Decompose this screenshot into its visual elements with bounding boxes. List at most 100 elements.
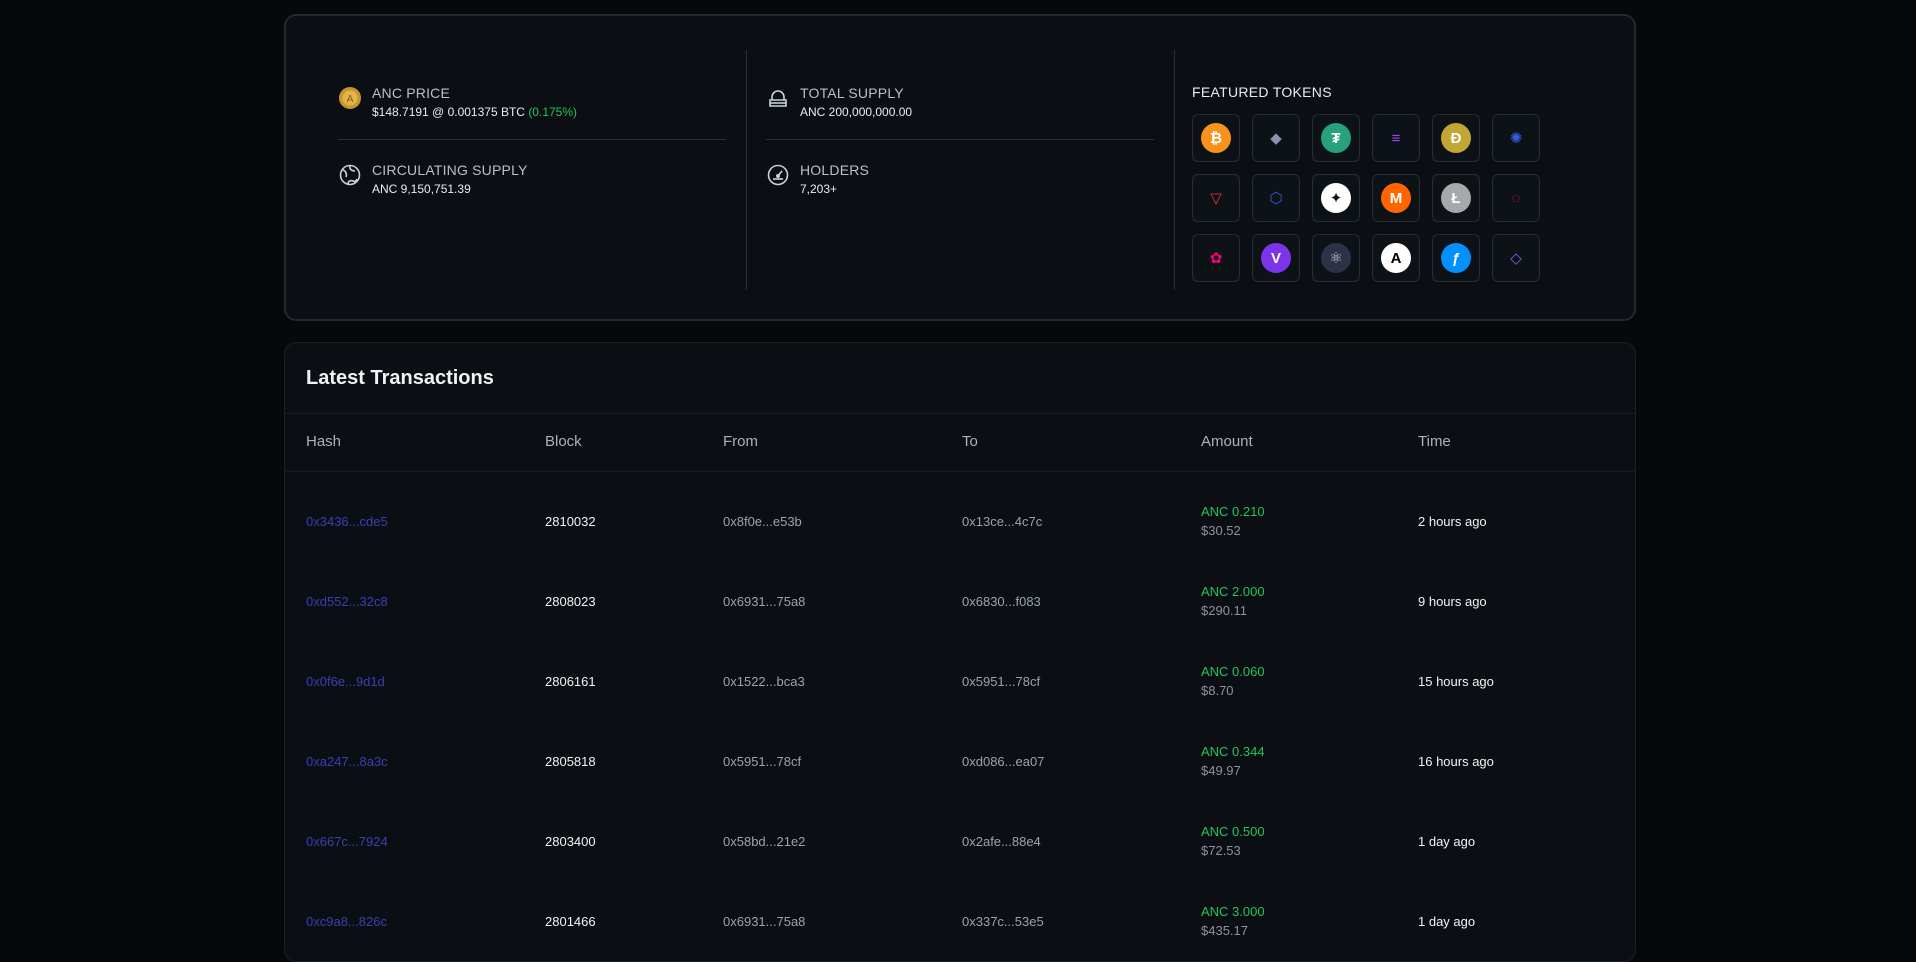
tx-time: 16 hours ago: [1418, 754, 1494, 769]
tx-amount: ANC 0.500 $72.53: [1201, 824, 1265, 858]
anc-price-value: $148.7191 @ 0.001375 BTC: [372, 105, 525, 119]
tx-amount-anc: ANC 0.500: [1201, 824, 1265, 839]
holders-stat: HOLDERS 7,203+: [766, 161, 1154, 198]
holders-value: 7,203+: [800, 182, 838, 196]
cardano-icon: ✺: [1509, 130, 1523, 147]
bitcoin-icon: ₿: [1201, 123, 1231, 153]
tx-time: 15 hours ago: [1418, 674, 1494, 689]
tx-time: 9 hours ago: [1418, 594, 1487, 609]
table-row: 0xd552...32c8 2808023 0x6931...75a8 0x6830.…: [285, 573, 1635, 653]
tron-icon: ▽: [1210, 190, 1222, 207]
ethereum-icon: ◆: [1270, 130, 1282, 147]
table-row: 0x3436...cde5 2810032 0x8f0e...e53b 0x13ce.…: [285, 493, 1635, 573]
featured-token[interactable]: ◇: [1492, 234, 1540, 282]
featured-tokens-title: FEATURED TOKENS: [1192, 84, 1332, 100]
polkadot-icon: ◌: [1511, 189, 1521, 207]
featured-token[interactable]: ◌: [1492, 174, 1540, 222]
featured-token[interactable]: ✺: [1492, 114, 1540, 162]
tx-to-address: 0x6830...f083: [962, 594, 1041, 609]
total-supply-value: ANC 200,000,000.00: [800, 105, 913, 119]
hedera-icon: ◇: [1510, 250, 1522, 267]
divider: [285, 413, 1635, 414]
tx-amount-anc: ANC 0.060: [1201, 664, 1265, 679]
divider: [338, 139, 726, 140]
table-row: 0x0f6e...9d1d 2806161 0x1522...bca3 0x5951.…: [285, 653, 1635, 733]
anc-coin-icon: A: [339, 87, 361, 109]
globe-icon: [339, 164, 361, 186]
tx-hash-link[interactable]: 0x0f6e...9d1d: [306, 674, 385, 689]
featured-token[interactable]: ₮: [1312, 114, 1360, 162]
database-icon: [769, 90, 787, 107]
tx-amount: ANC 3.000 $435.17: [1201, 904, 1265, 938]
dogecoin-icon: Ð: [1441, 123, 1471, 153]
tx-hash-link[interactable]: 0xd552...32c8: [306, 594, 388, 609]
divider: [766, 139, 1154, 140]
featured-token[interactable]: ✿: [1192, 234, 1240, 282]
tx-from-address: 0x5951...78cf: [723, 754, 802, 769]
tx-to-address: 0x13ce...4c7c: [962, 514, 1043, 529]
holders-label: HOLDERS: [800, 162, 870, 178]
tx-to-address: 0x5951...78cf: [962, 674, 1041, 689]
tx-amount-usd: $290.11: [1201, 603, 1248, 618]
column-header-hash: Hash: [306, 433, 342, 450]
tx-from-address: 0x1522...bca3: [723, 674, 805, 689]
divider: [285, 471, 1635, 472]
column-header-block: Block: [545, 433, 582, 450]
featured-token[interactable]: ≡: [1372, 114, 1420, 162]
circulating-supply-label: CIRCULATING SUPPLY: [372, 162, 528, 178]
algorand-icon: A: [1381, 243, 1411, 273]
featured-token[interactable]: ⚛: [1312, 234, 1360, 282]
tx-hash-link[interactable]: 0xc9a8...826c: [306, 914, 387, 929]
featured-token[interactable]: ⬡: [1252, 174, 1300, 222]
tx-amount-anc: ANC 0.210: [1201, 504, 1265, 519]
featured-token[interactable]: V: [1252, 234, 1300, 282]
total-supply-stat: TOTAL SUPPLY ANC 200,000,000.00: [766, 84, 1154, 121]
featured-token[interactable]: Ł: [1432, 174, 1480, 222]
tx-amount-usd: $8.70: [1201, 683, 1234, 698]
solana-icon: ≡: [1391, 129, 1401, 147]
featured-token[interactable]: ƒ: [1432, 234, 1480, 282]
tx-from-address: 0x6931...75a8: [723, 594, 806, 609]
tx-block: 2805818: [545, 754, 596, 769]
total-supply-label: TOTAL SUPPLY: [800, 85, 904, 101]
gauge-icon: [767, 164, 789, 186]
tx-to-address: 0xd086...ea07: [962, 754, 1045, 769]
featured-token[interactable]: ◆: [1252, 114, 1300, 162]
column-header-time: Time: [1418, 433, 1451, 450]
tx-hash-link[interactable]: 0x3436...cde5: [306, 514, 388, 529]
tx-block: 2808023: [545, 594, 596, 609]
tx-block: 2806161: [545, 674, 596, 689]
tx-amount-anc: ANC 3.000: [1201, 904, 1265, 919]
anc-price-stat: A ANC PRICE $148.7191 @ 0.001375 BTC (0.…: [338, 84, 726, 121]
tx-amount: ANC 0.344 $49.97: [1201, 744, 1265, 778]
tx-from-address: 0x58bd...21e2: [723, 834, 806, 849]
stats-card: A ANC PRICE $148.7191 @ 0.001375 BTC (0.…: [284, 14, 1636, 321]
tx-amount-anc: ANC 2.000: [1201, 584, 1265, 599]
column-divider: [746, 50, 747, 290]
stats-column-price: A ANC PRICE $148.7191 @ 0.001375 BTC (0.…: [338, 50, 726, 290]
featured-token[interactable]: ✦: [1312, 174, 1360, 222]
tx-to-address: 0x2afe...88e4: [962, 834, 1041, 849]
tx-time: 1 day ago: [1418, 914, 1476, 929]
featured-token[interactable]: Ð: [1432, 114, 1480, 162]
tx-amount-usd: $49.97: [1201, 763, 1241, 778]
tx-time: 2 hours ago: [1418, 514, 1487, 529]
tx-amount-usd: $72.53: [1201, 843, 1241, 858]
anc-price-label: ANC PRICE: [372, 85, 451, 101]
latest-transactions-title: Latest Transactions: [306, 367, 494, 389]
tx-hash-link[interactable]: 0xa247...8a3c: [306, 754, 388, 769]
vechain-icon: V: [1261, 243, 1291, 273]
featured-token[interactable]: A: [1372, 234, 1420, 282]
tx-time: 1 day ago: [1418, 834, 1476, 849]
featured-token[interactable]: ▽: [1192, 174, 1240, 222]
tx-amount: ANC 0.210 $30.52: [1201, 504, 1265, 538]
column-header-to: To: [962, 433, 978, 450]
monero-icon: M: [1381, 183, 1411, 213]
featured-token[interactable]: M: [1372, 174, 1420, 222]
table-row: 0x667c...7924 2803400 0x58bd...21e2 0x2afe.…: [285, 813, 1635, 893]
tx-from-address: 0x8f0e...e53b: [723, 514, 802, 529]
tx-amount: ANC 2.000 $290.11: [1201, 584, 1265, 618]
tx-hash-link[interactable]: 0x667c...7924: [306, 834, 388, 849]
tx-block: 2810032: [545, 514, 596, 529]
featured-token[interactable]: ₿: [1192, 114, 1240, 162]
